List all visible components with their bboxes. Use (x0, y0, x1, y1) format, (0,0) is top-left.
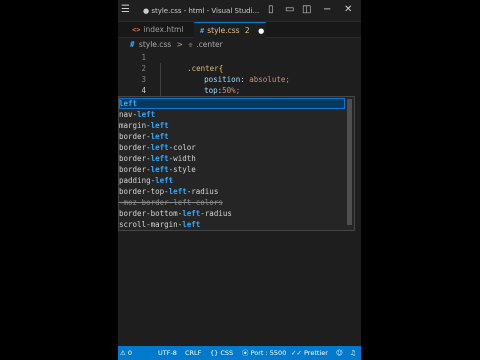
status-bar: ⚠ 0 UTF-8 CRLF {} CSS ⦿ Port : 5500 ✓✓ P… (118, 346, 361, 360)
line-number: 4 (141, 86, 146, 95)
suggestion-match-text: left (150, 154, 169, 163)
suggestion-item[interactable]: padding-left (119, 175, 345, 186)
suggestion-before-text: margin- (119, 121, 151, 130)
unsaved-dot-icon[interactable]: ● (258, 27, 264, 35)
problems-count: 0 (127, 349, 133, 357)
suggestion-item[interactable]: scroll-margin-left (119, 219, 345, 230)
suggestion-before-text: padding- (119, 176, 156, 185)
suggestion-item[interactable]: border-left-style (119, 164, 345, 175)
tab-style-css[interactable]: # style.css 2 ● (194, 22, 266, 38)
suggestion-before-text: -moz-border- (119, 198, 174, 207)
sidebar-toggle-icon[interactable]: ▯ (268, 4, 274, 16)
vscode-window: ☰ ● style.css - html - Visual Studi... ▯… (118, 0, 361, 360)
problem-count-badge: 2 (244, 26, 250, 35)
warning-icon: ⚠ (120, 349, 126, 357)
suggestion-item[interactable]: margin-left (119, 120, 345, 131)
prettier-indicator[interactable]: ✓✓ Prettier (291, 346, 328, 360)
suggestion-scrollbar[interactable] (347, 99, 352, 225)
suggestion-after-text: -width (168, 154, 196, 163)
suggestion-before-text: border- (119, 143, 151, 152)
prettier-label: Prettier (303, 349, 328, 357)
line-number: 1 (141, 53, 146, 62)
breadcrumb-file[interactable]: style.css (139, 38, 171, 52)
breadcrumb-separator: > (176, 40, 183, 49)
suggestion-after-text: -style (168, 165, 196, 174)
suggestion-item[interactable]: -moz-border-left-colors (119, 197, 345, 208)
suggestion-before-text: border-bottom- (119, 209, 183, 218)
css-file-icon: # (130, 40, 135, 49)
line-number: 2 (141, 64, 146, 73)
suggestion-match-text: left (119, 99, 138, 108)
css-value: 50%; (222, 86, 241, 95)
suggestion-before-text: border- (119, 165, 151, 174)
accounts-icon[interactable]: ☺ (336, 346, 343, 360)
breadcrumb-symbol[interactable]: .center (196, 38, 223, 52)
language-label: CSS (220, 349, 234, 357)
tab-bar: <> index.html # style.css 2 ● (118, 22, 361, 38)
suggestion-match-text: left (137, 110, 156, 119)
suggestion-before-text: scroll-margin- (119, 220, 183, 229)
eol-indicator[interactable]: CRLF (185, 346, 201, 360)
css-file-icon: # (200, 27, 205, 35)
double-check-icon: ✓✓ (291, 349, 302, 357)
suggestion-match-text: left (150, 132, 169, 141)
suggestion-item[interactable]: border-top-left-radius (119, 186, 345, 197)
suggestion-match-text: left (173, 198, 192, 207)
problems-indicator[interactable]: ⚠ 0 (120, 346, 132, 360)
suggestion-item[interactable]: border-left-color (119, 142, 345, 153)
css-value: absolute; (249, 75, 290, 84)
panel-toggle-icon[interactable]: ▭ (285, 4, 294, 16)
suggestion-after-text: -color (168, 143, 196, 152)
tab-label: style.css (207, 26, 240, 35)
tab-index-html[interactable]: <> index.html (128, 22, 194, 38)
encoding-indicator[interactable]: UTF-8 (158, 346, 177, 360)
layout-icon[interactable]: ◫ (302, 4, 311, 16)
suggestion-item[interactable]: border-left-width (119, 153, 345, 164)
live-server-indicator[interactable]: ⦿ Port : 5500 (242, 346, 286, 360)
suggestion-match-text: left (168, 187, 187, 196)
suggestion-match-text: left (182, 209, 201, 218)
suggestion-before-text: nav- (119, 110, 138, 119)
broadcast-icon: ⦿ (242, 349, 249, 357)
suggestion-match-text: left (150, 121, 169, 130)
suggestion-after-text: -colors (191, 198, 223, 207)
tab-label: index.html (143, 25, 184, 34)
suggestion-after-text: -radius (200, 209, 232, 218)
suggestion-match-text: left (182, 220, 201, 229)
suggestion-item[interactable]: nav-left (119, 109, 345, 120)
braces-icon: {} (210, 349, 219, 357)
autocomplete-widget[interactable]: left nav-left margin-left border-left border… (118, 96, 355, 231)
suggestion-item[interactable]: border-left (119, 131, 345, 142)
colon: : (240, 75, 250, 84)
code-editor[interactable]: 1 2 3 4 .center{ position: absolute; top… (118, 52, 361, 106)
suggestion-match-text: left (150, 143, 169, 152)
right-letterbox (361, 0, 480, 360)
menu-icon[interactable]: ☰ (121, 4, 130, 16)
left-letterbox (0, 0, 118, 360)
port-label: Port : 5500 (250, 349, 287, 357)
selector-symbol-icon: ⯐ (188, 42, 193, 49)
suggestion-item[interactable]: left (119, 98, 345, 109)
suggestion-before-text: border- (119, 132, 151, 141)
suggestion-after-text: -radius (186, 187, 219, 196)
window-title: ● style.css - html - Visual Studi... (143, 7, 260, 15)
suggestion-before-text: border-top- (119, 187, 169, 196)
notifications-icon[interactable]: ♫ (350, 346, 356, 360)
language-indicator[interactable]: {} CSS (210, 346, 233, 360)
suggestion-item[interactable]: border-bottom-left-radius (119, 208, 345, 219)
line-number: 3 (141, 75, 146, 84)
close-icon[interactable]: ✕ (344, 4, 352, 16)
suggestion-match-text: left (155, 176, 174, 185)
suggestion-before-text: border- (119, 154, 151, 163)
title-bar: ☰ ● style.css - html - Visual Studi... ▯… (118, 0, 361, 22)
html-file-icon: <> (132, 26, 141, 34)
suggestion-match-text: left (150, 165, 169, 174)
breadcrumb: # style.css > ⯐ .center (118, 38, 361, 52)
minimize-icon[interactable]: − (323, 4, 331, 16)
